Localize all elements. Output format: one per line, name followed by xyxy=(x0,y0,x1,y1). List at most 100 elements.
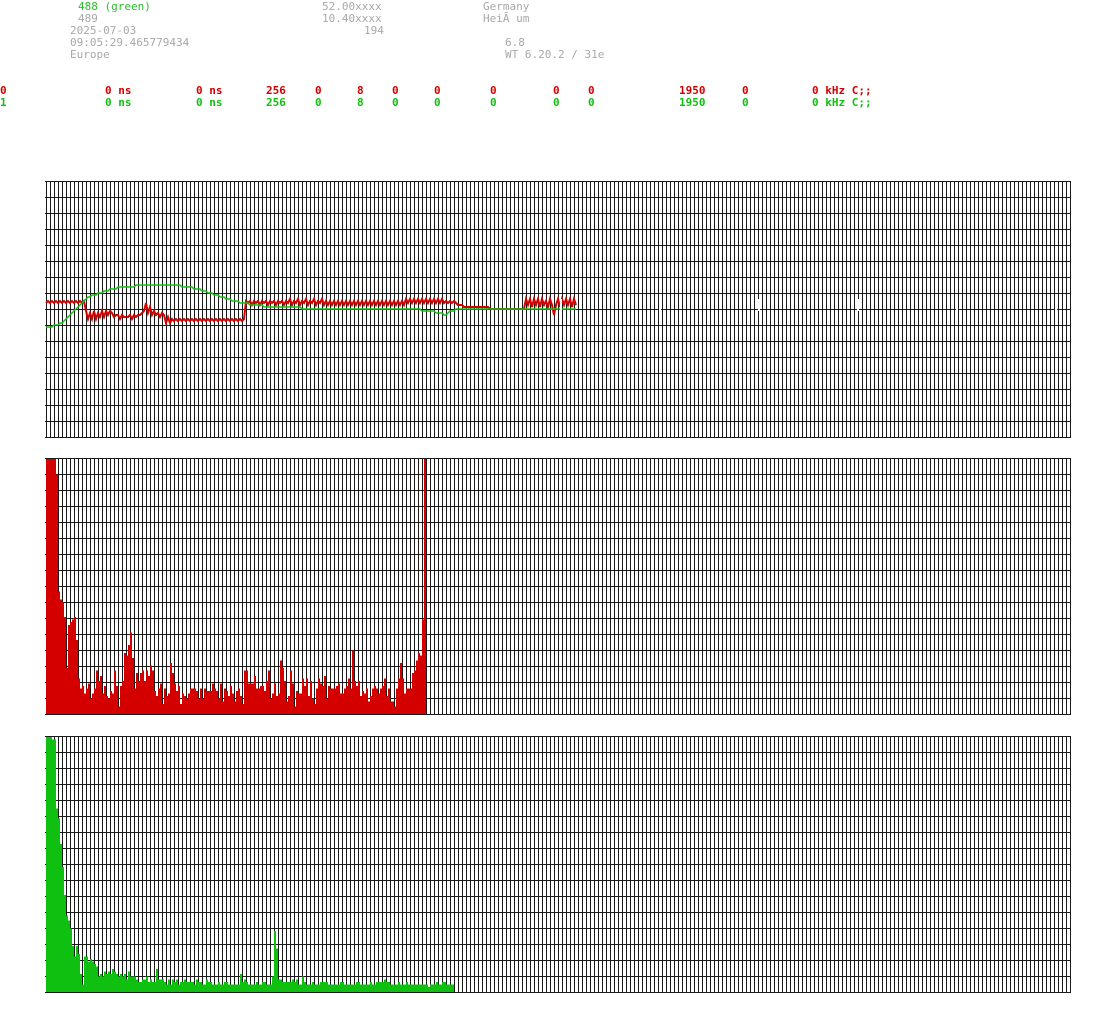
histogram-bar xyxy=(186,698,189,714)
histogram-bar xyxy=(296,979,299,992)
channel-field: 256 xyxy=(266,96,286,109)
histogram-bar xyxy=(300,693,303,714)
histogram-bar xyxy=(162,703,165,714)
histogram-bar xyxy=(386,981,389,992)
histogram-bar xyxy=(64,617,67,714)
histogram-bar xyxy=(374,685,377,714)
histogram-bar xyxy=(254,675,257,714)
histogram-bar xyxy=(258,984,261,992)
histogram-bar xyxy=(112,693,115,714)
histogram-bar xyxy=(260,984,263,992)
histogram-bar xyxy=(126,979,129,992)
histogram-bar xyxy=(92,961,95,992)
histogram-bar xyxy=(388,981,391,992)
histogram-bar xyxy=(164,688,167,714)
channel-field: 0 xyxy=(434,96,441,109)
histogram-bar xyxy=(58,591,61,714)
histogram-bar xyxy=(388,688,391,714)
histogram-bar xyxy=(364,984,367,992)
histogram-bar xyxy=(134,976,137,992)
histogram-bar xyxy=(168,693,171,714)
histogram-bar xyxy=(180,981,183,992)
histogram-bar xyxy=(230,984,233,992)
histogram-bar xyxy=(102,693,105,714)
histogram-bar xyxy=(252,984,255,992)
histogram-bar xyxy=(362,984,365,992)
histogram-bar xyxy=(244,670,247,714)
histogram-bar xyxy=(376,688,379,714)
histogram-bar xyxy=(288,696,291,714)
baseline-mark xyxy=(1055,299,1057,311)
histogram-bar xyxy=(68,920,71,992)
histogram-bar xyxy=(76,946,79,992)
histogram-bar xyxy=(280,660,283,714)
baseline-mark xyxy=(956,299,958,311)
histogram-bar xyxy=(410,984,413,992)
histogram-bar xyxy=(348,984,351,992)
histogram-bar xyxy=(268,984,271,992)
histogram-bar xyxy=(444,981,447,992)
channel-row-0: 0 0 ns 0 ns 256 0 8 0 0 0 0 0 1950 0 0 k… xyxy=(0,85,1095,97)
histogram-bar xyxy=(322,685,325,714)
histogram-bar xyxy=(128,971,131,992)
histogram-bar xyxy=(72,619,75,714)
histogram-bar xyxy=(380,981,383,992)
histogram-bar xyxy=(408,688,411,714)
histogram-bar xyxy=(292,979,295,992)
histogram-bar xyxy=(84,956,87,992)
histogram-bar xyxy=(276,696,279,714)
histogram-bar xyxy=(96,670,99,714)
histogram-bar xyxy=(84,693,87,714)
channel-field: 0 ns xyxy=(105,96,132,109)
histogram-bar xyxy=(272,976,275,992)
histogram-bar xyxy=(246,981,249,992)
histogram-bar xyxy=(334,688,337,714)
histogram-bar xyxy=(180,703,183,714)
histogram-bar xyxy=(382,685,385,714)
histogram-bar xyxy=(408,984,411,992)
histogram-bar xyxy=(150,665,153,714)
histogram-bar xyxy=(434,984,437,992)
histogram-bar xyxy=(308,984,311,992)
histogram-bar xyxy=(222,984,225,992)
histogram-bar xyxy=(104,685,107,714)
histogram-bar xyxy=(286,981,289,992)
histogram-bar xyxy=(324,981,327,992)
histogram-bar xyxy=(104,971,107,992)
histogram-bar xyxy=(262,685,265,714)
histogram-bar xyxy=(350,688,353,714)
histogram-bar xyxy=(294,981,297,992)
histogram-bar xyxy=(196,691,199,714)
histogram-bar xyxy=(150,979,153,992)
histogram-bar xyxy=(412,984,415,992)
histogram-bar xyxy=(72,946,75,992)
channel-field: 1950 xyxy=(679,96,706,109)
histogram-bar xyxy=(54,459,57,714)
histogram-bar xyxy=(282,668,285,714)
histogram-bar xyxy=(250,683,253,714)
histogram-bar xyxy=(226,981,229,992)
histogram-bar xyxy=(74,617,77,714)
histogram-bar xyxy=(152,981,155,992)
histogram-bar xyxy=(306,678,309,714)
histogram-bar xyxy=(344,688,347,714)
histogram-bar xyxy=(358,981,361,992)
histogram-bar xyxy=(166,984,169,992)
channel-field: 0 kHz C;; xyxy=(812,96,872,109)
histogram-bar xyxy=(356,685,359,714)
header-region: Europe xyxy=(70,48,110,61)
histogram-bar xyxy=(70,928,73,992)
histogram-bar xyxy=(96,966,99,992)
histogram-bar xyxy=(274,683,277,714)
histogram-bar xyxy=(350,984,353,992)
histogram-bar xyxy=(324,675,327,714)
histogram-bar xyxy=(298,984,301,992)
baseline-mark xyxy=(659,299,661,311)
red-histogram-panel xyxy=(45,458,1071,715)
histogram-bar xyxy=(406,688,409,714)
histogram-bar xyxy=(156,696,159,714)
histogram-bar xyxy=(246,670,249,714)
histogram-bar xyxy=(404,984,407,992)
channel-row-1: 1 0 ns 0 ns 256 0 8 0 0 0 0 0 1950 0 0 k… xyxy=(0,97,1095,109)
histogram-bar xyxy=(170,663,173,714)
